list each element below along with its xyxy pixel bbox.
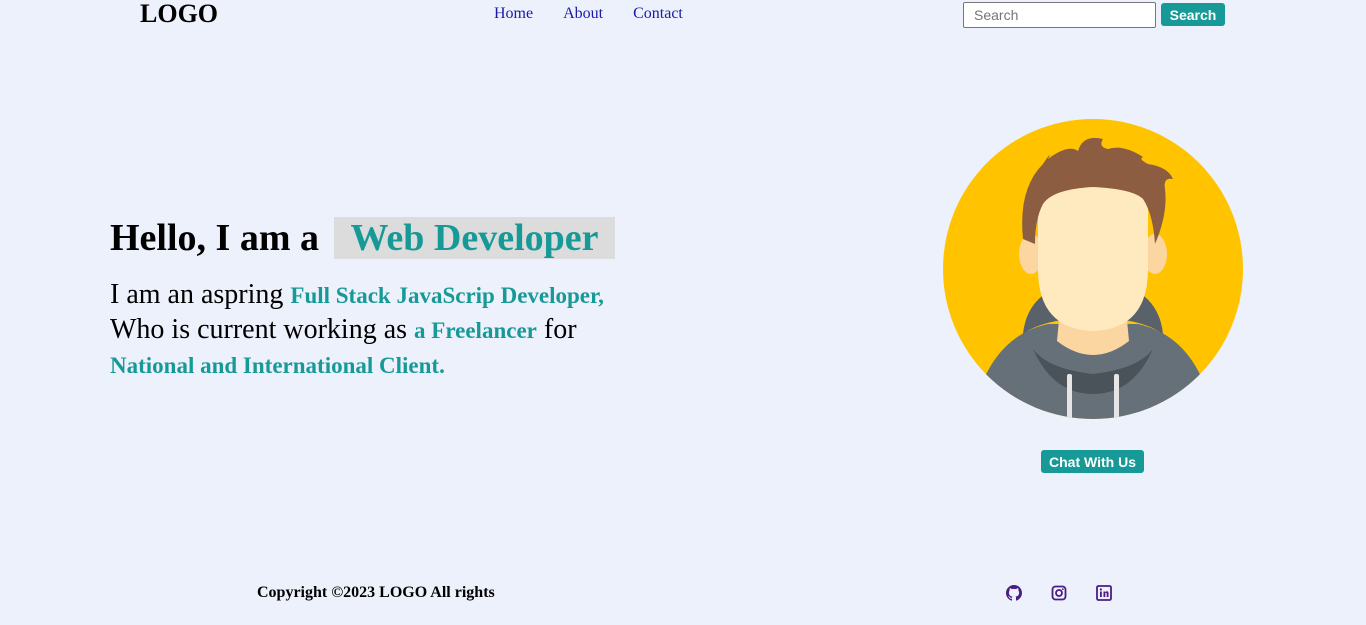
nav-link-about[interactable]: About [563,5,603,23]
desc-line1-highlight: Full Stack JavaScrip Developer, [290,283,604,308]
instagram-icon[interactable] [1051,585,1067,601]
logo[interactable]: LOGO [140,0,218,28]
copyright-text: Copyright ©2023 LOGO All rights [257,584,495,601]
nav-link-home[interactable]: Home [494,5,533,23]
search-input[interactable] [963,2,1156,28]
hero-title: Hello, I am a Web Developer [110,217,615,259]
hero-description: I am an aspring Full Stack JavaScrip Dev… [110,278,710,383]
desc-line2-highlight: a Freelancer [414,318,537,343]
desc-line2-prefix: Who is current working as [110,314,415,345]
nav-link-contact[interactable]: Contact [633,5,683,23]
page: LOGO Home About Contact Search Hello, I … [0,0,1366,625]
chat-with-us-button[interactable]: Chat With Us [1041,450,1144,473]
hero-role: Web Developer [334,217,615,259]
linkedin-icon[interactable] [1096,585,1112,601]
desc-line2-suffix: for [536,314,577,345]
hero-greeting: Hello, I am a [110,217,319,259]
avatar-illustration [943,119,1243,419]
main-nav: Home About Contact [494,5,683,23]
search-button[interactable]: Search [1161,3,1225,26]
social-links [1006,585,1112,601]
desc-line3-highlight: National and International Client. [110,353,445,378]
github-icon[interactable] [1006,585,1022,601]
desc-line1-prefix: I am an aspring [110,279,291,310]
